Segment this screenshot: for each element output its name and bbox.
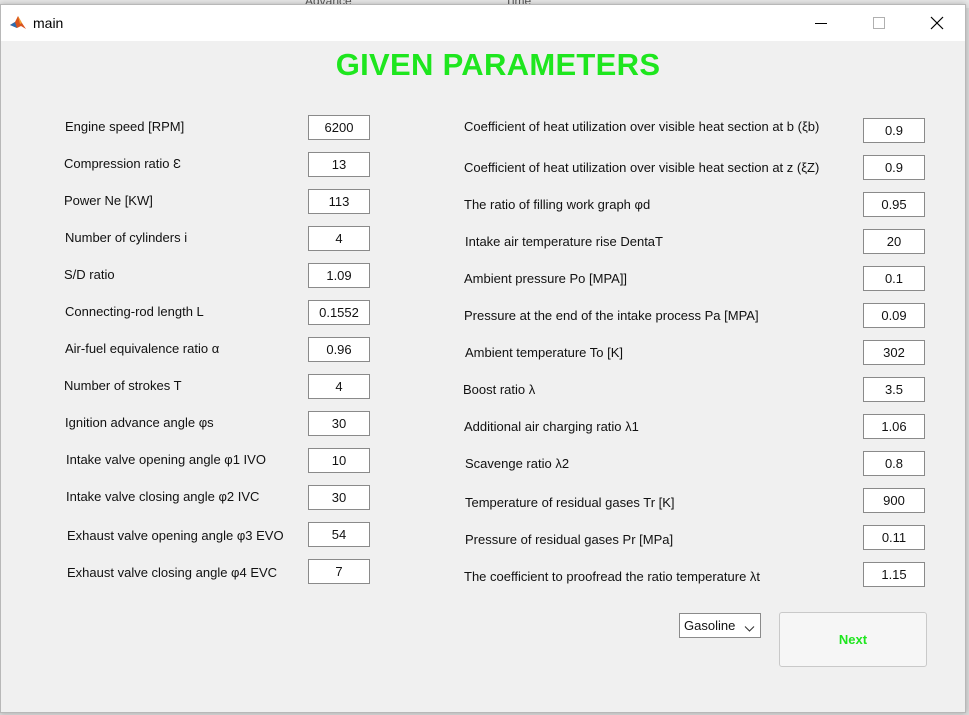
close-icon: [930, 16, 944, 30]
input-ratio-temperature-coefficient[interactable]: 1.15: [863, 562, 925, 587]
input-number-of-strokes[interactable]: 4: [308, 374, 370, 399]
input-intake-valve-opening[interactable]: 10: [308, 448, 370, 473]
label-compression-ratio: Compression ratio Ɛ: [64, 156, 181, 171]
label-intake-valve-closing: Intake valve closing angle φ2 IVC: [66, 489, 260, 504]
input-intake-temp-rise[interactable]: 20: [863, 229, 925, 254]
label-intake-end-pressure: Pressure at the end of the intake proces…: [464, 308, 759, 323]
label-exhaust-valve-closing: Exhaust valve closing angle φ4 EVC: [67, 565, 278, 580]
input-ambient-temperature[interactable]: 302: [863, 340, 925, 365]
label-ratio-temperature-coefficient: The coefficient to proofread the ratio t…: [464, 569, 761, 584]
label-residual-gas-temperature: Temperature of residual gases Tr [K]: [465, 495, 675, 510]
label-heat-utilization-z: Coefficient of heat utilization over vis…: [464, 160, 820, 175]
label-ignition-advance-angle: Ignition advance angle φs: [65, 415, 214, 430]
input-ignition-advance-angle[interactable]: 30: [308, 411, 370, 436]
input-boost-ratio[interactable]: 3.5: [863, 377, 925, 402]
label-air-fuel-ratio: Air-fuel equivalence ratio α: [65, 341, 220, 356]
input-power[interactable]: 113: [308, 189, 370, 214]
label-sd-ratio: S/D ratio: [64, 267, 115, 282]
input-residual-gas-pressure[interactable]: 0.11: [863, 525, 925, 550]
main-window: main GIVEN PARAMETERS Engine speed [RPM]…: [0, 4, 966, 713]
input-compression-ratio[interactable]: 13: [308, 152, 370, 177]
label-power: Power Ne [KW]: [64, 193, 153, 208]
label-residual-gas-pressure: Pressure of residual gases Pr [MPa]: [465, 532, 674, 547]
close-button[interactable]: [914, 5, 960, 41]
label-filling-work-ratio: The ratio of filling work graph φd: [464, 197, 651, 212]
input-ambient-pressure[interactable]: 0.1: [863, 266, 925, 291]
input-air-fuel-ratio[interactable]: 0.96: [308, 337, 370, 362]
label-scavenge-ratio: Scavenge ratio λ2: [465, 456, 570, 471]
input-intake-end-pressure[interactable]: 0.09: [863, 303, 925, 328]
title-bar[interactable]: main: [1, 5, 965, 41]
input-intake-valve-closing[interactable]: 30: [308, 485, 370, 510]
page-title: GIVEN PARAMETERS: [335, 47, 661, 82]
matlab-icon: [9, 14, 27, 32]
input-scavenge-ratio[interactable]: 0.8: [863, 451, 925, 476]
label-intake-temp-rise: Intake air temperature rise DentaT: [465, 234, 663, 249]
label-additional-air-charging: Additional air charging ratio λ1: [464, 419, 639, 434]
input-connecting-rod-length[interactable]: 0.1552: [308, 300, 370, 325]
label-ambient-pressure: Ambient pressure Po [MPA]]: [464, 271, 628, 286]
label-heat-utilization-b: Coefficient of heat utilization over vis…: [464, 119, 820, 134]
input-additional-air-charging[interactable]: 1.06: [863, 414, 925, 439]
input-engine-speed[interactable]: 6200: [308, 115, 370, 140]
window-title: main: [33, 15, 64, 31]
minimize-icon: [815, 17, 827, 29]
input-number-of-cylinders[interactable]: 4: [308, 226, 370, 251]
label-number-of-cylinders: Number of cylinders i: [65, 230, 188, 245]
maximize-button[interactable]: [856, 5, 902, 41]
label-ambient-temperature: Ambient temperature To [K]: [465, 345, 624, 360]
label-boost-ratio: Boost ratio λ: [463, 382, 536, 397]
next-button[interactable]: Next: [779, 612, 927, 667]
input-heat-utilization-z[interactable]: 0.9: [863, 155, 925, 180]
input-exhaust-valve-closing[interactable]: 7: [308, 559, 370, 584]
input-residual-gas-temperature[interactable]: 900: [863, 488, 925, 513]
label-exhaust-valve-opening: Exhaust valve opening angle φ3 EVO: [67, 528, 284, 543]
input-sd-ratio[interactable]: 1.09: [308, 263, 370, 288]
minimize-button[interactable]: [798, 5, 844, 41]
label-connecting-rod-length: Connecting-rod length L: [65, 304, 204, 319]
fuel-type-select[interactable]: Gasoline: [679, 613, 761, 638]
input-filling-work-ratio[interactable]: 0.95: [863, 192, 925, 217]
label-engine-speed: Engine speed [RPM]: [65, 119, 185, 134]
maximize-icon: [873, 17, 885, 29]
chevron-down-icon: [744, 621, 755, 636]
input-heat-utilization-b[interactable]: 0.9: [863, 118, 925, 143]
label-number-of-strokes: Number of strokes T: [64, 378, 182, 393]
input-exhaust-valve-opening[interactable]: 54: [308, 522, 370, 547]
label-intake-valve-opening: Intake valve opening angle φ1 IVO: [66, 452, 266, 467]
fuel-type-value: Gasoline: [684, 618, 736, 633]
